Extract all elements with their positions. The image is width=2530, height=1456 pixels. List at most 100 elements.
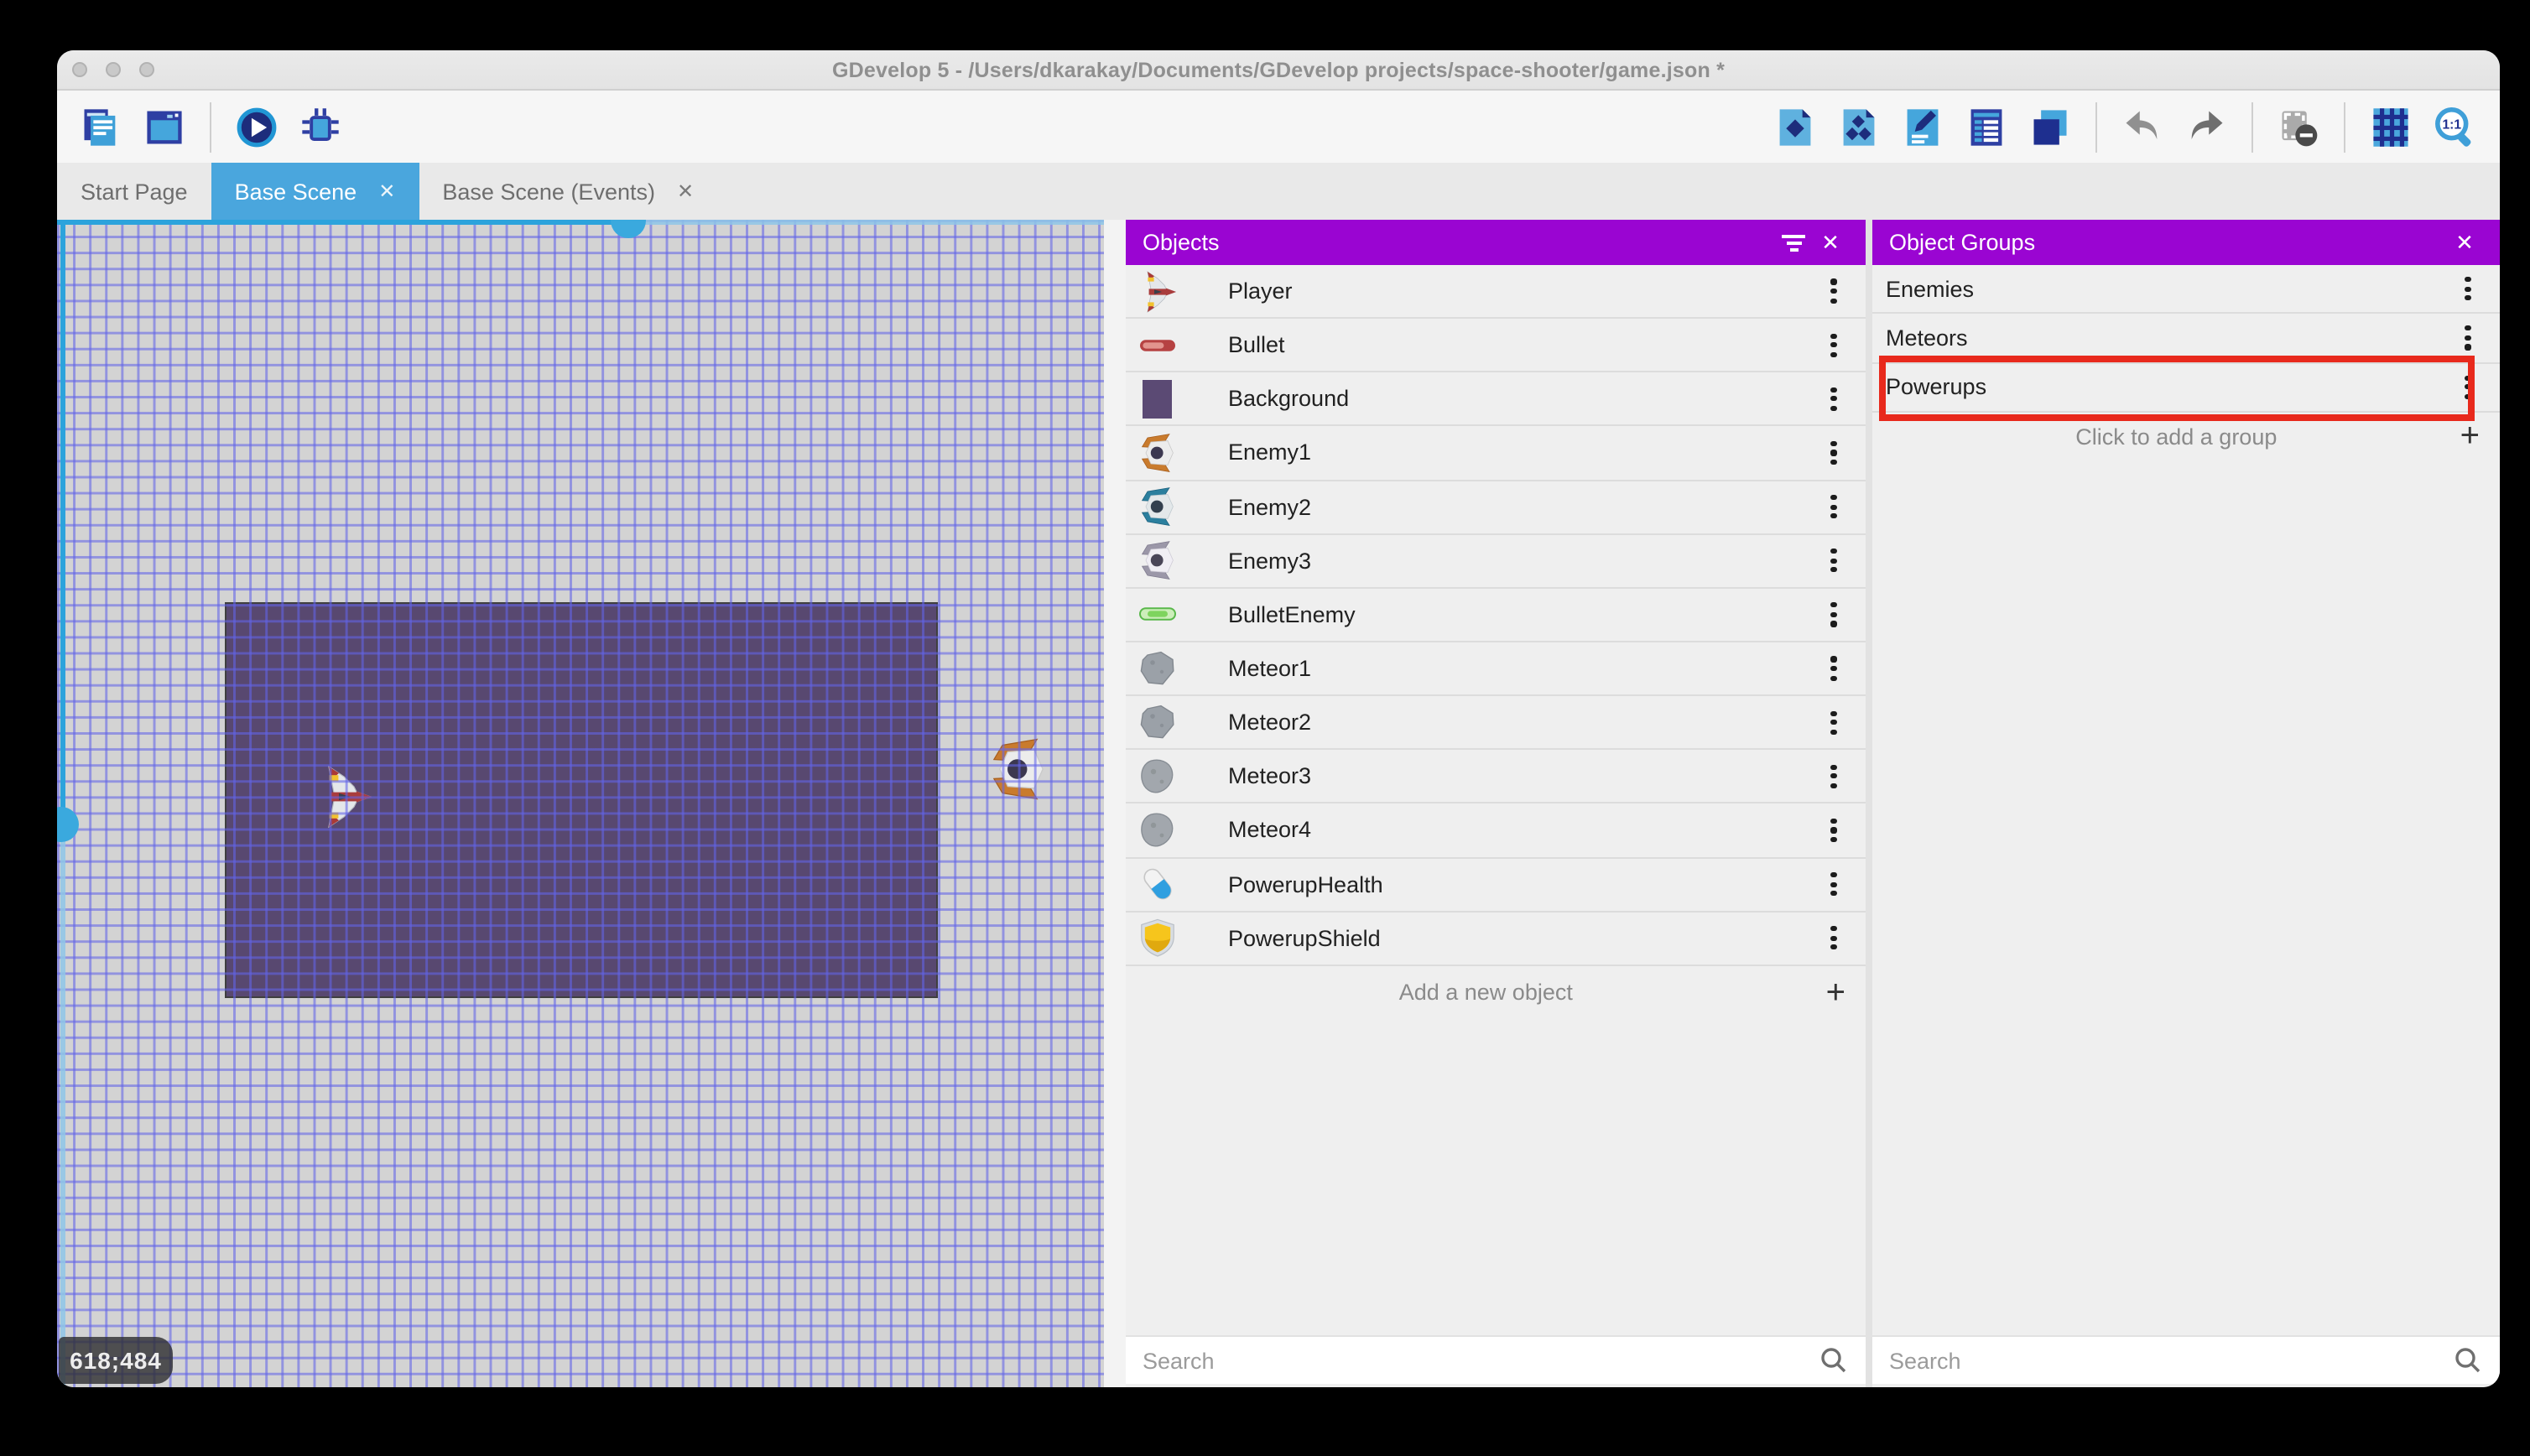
object-row-meteor2[interactable]: Meteor2 (1126, 696, 1866, 751)
tab-label: Base Scene (Events) (442, 179, 655, 204)
search-icon[interactable] (1819, 1345, 1849, 1375)
objects-search-bar (1126, 1335, 1866, 1384)
scene-window-button[interactable] (139, 101, 190, 152)
add-object-row[interactable]: Add a new object + (1126, 966, 1866, 1020)
tab-base-scene-events-[interactable]: Base Scene (Events) ✕ (419, 163, 717, 220)
group-row-powerups[interactable]: Powerups (1872, 363, 2500, 413)
object-label: Meteor4 (1228, 817, 1312, 843)
object-groups-editor-icon (1837, 105, 1881, 148)
tab-bar: Start Page Base Scene ✕ Base Scene (Events)… (57, 163, 2500, 220)
enemy-instance-sprite[interactable] (986, 730, 1050, 809)
redo-button[interactable] (2181, 101, 2231, 152)
kebab-menu-icon[interactable] (1825, 278, 1842, 304)
properties-button[interactable] (1898, 101, 1948, 152)
kebab-menu-icon[interactable] (1825, 387, 1842, 412)
object-row-enemy1[interactable]: Enemy1 (1126, 427, 1866, 481)
toolbar-separator (2344, 101, 2345, 152)
undo-button[interactable] (2117, 101, 2168, 152)
object-row-background[interactable]: Background (1126, 373, 1866, 427)
kebab-menu-icon[interactable] (1825, 926, 1842, 950)
play-button[interactable] (232, 101, 282, 152)
close-tab-icon[interactable]: ✕ (378, 181, 395, 201)
kebab-menu-icon[interactable] (1825, 871, 1842, 897)
kebab-menu-icon[interactable] (1825, 656, 1842, 681)
object-label: PowerupHealth (1228, 871, 1383, 897)
groups-search-input[interactable] (1889, 1348, 2453, 1373)
layers-icon (2028, 105, 2072, 148)
toolbar-right-group (1770, 91, 2480, 163)
kebab-menu-icon[interactable] (2460, 325, 2476, 351)
tab-base-scene[interactable]: Base Scene ✕ (211, 163, 419, 220)
kebab-menu-icon[interactable] (1825, 333, 1842, 357)
minimize-window-button[interactable] (106, 62, 121, 77)
player-instance-sprite[interactable] (314, 755, 374, 839)
plus-icon[interactable]: + (1826, 976, 1845, 1010)
main-toolbar (57, 91, 2500, 163)
objects-panel-title: Objects (1143, 230, 1220, 255)
kebab-menu-icon[interactable] (1825, 549, 1842, 573)
object-groups-panel-header: Object Groups ✕ (1872, 220, 2500, 265)
maximize-window-button[interactable] (139, 62, 154, 77)
scene-canvas[interactable]: 618;484 (57, 220, 1104, 1387)
kebab-menu-icon[interactable] (1825, 494, 1842, 519)
canvas-panel-divider[interactable] (1104, 220, 1126, 1387)
tab-start-page[interactable]: Start Page (57, 163, 211, 220)
zoom-1-1-button[interactable] (2429, 101, 2480, 152)
add-group-label: Click to add a group (2075, 424, 2278, 450)
title-bar: GDevelop 5 - /Users/dkarakay/Documents/G… (57, 50, 2500, 91)
debug-icon (299, 105, 342, 148)
group-label: Meteors (1886, 325, 1968, 351)
horizontal-scrollbar-fill (57, 220, 627, 225)
objects-editor-button[interactable] (1770, 101, 1820, 152)
window-title: GDevelop 5 - /Users/dkarakay/Documents/G… (832, 58, 1725, 81)
objects-panel-header: Objects ✕ (1126, 220, 1866, 265)
kebab-menu-icon[interactable] (1825, 602, 1842, 627)
objects-list: Player Bullet Background Enemy1 Enemy2 Enemy3… (1126, 265, 1866, 966)
redo-icon (2184, 105, 2228, 148)
object-row-meteor3[interactable]: Meteor3 (1126, 751, 1866, 804)
mask-button[interactable] (2273, 101, 2324, 152)
project-manager-button[interactable] (75, 101, 126, 152)
object-row-powerupshield[interactable]: PowerupShield (1126, 912, 1866, 966)
object-row-enemy3[interactable]: Enemy3 (1126, 534, 1866, 589)
close-object-groups-panel-icon[interactable]: ✕ (2446, 231, 2483, 253)
objects-search-input[interactable] (1143, 1348, 1819, 1373)
kebab-menu-icon[interactable] (1825, 818, 1842, 843)
object-label: BulletEnemy (1228, 601, 1356, 627)
horizontal-scrollbar-handle[interactable] (611, 220, 646, 238)
grid-button[interactable] (2366, 101, 2416, 152)
instances-list-button[interactable] (1961, 101, 2012, 152)
object-groups-editor-button[interactable] (1834, 101, 1884, 152)
object-row-bulletenemy[interactable]: BulletEnemy (1126, 589, 1866, 642)
kebab-menu-icon[interactable] (2460, 276, 2476, 301)
group-row-meteors[interactable]: Meteors (1872, 315, 2500, 364)
object-row-enemy2[interactable]: Enemy2 (1126, 481, 1866, 535)
content-area: 618;484 Objects ✕ Player Bullet Background… (57, 220, 2500, 1387)
object-row-meteor4[interactable]: Meteor4 (1126, 804, 1866, 859)
kebab-menu-icon[interactable] (1825, 764, 1842, 788)
filter-icon[interactable] (1775, 231, 1812, 254)
debug-button[interactable] (295, 101, 346, 152)
object-label: Player (1228, 278, 1293, 304)
object-label: Enemy3 (1228, 548, 1312, 574)
close-objects-panel-icon[interactable]: ✕ (1812, 231, 1849, 253)
layers-button[interactable] (2025, 101, 2075, 152)
close-window-button[interactable] (72, 62, 87, 77)
bullet-green-icon (1137, 593, 1178, 637)
plus-icon[interactable]: + (2460, 420, 2480, 454)
kebab-menu-icon[interactable] (1825, 440, 1842, 465)
search-icon[interactable] (2453, 1345, 2483, 1375)
object-row-meteor1[interactable]: Meteor1 (1126, 642, 1866, 697)
group-row-enemies[interactable]: Enemies (1872, 265, 2500, 315)
panels-divider[interactable] (1866, 220, 1872, 1387)
add-group-row[interactable]: Click to add a group + (1872, 413, 2500, 461)
object-row-bullet[interactable]: Bullet (1126, 319, 1866, 373)
close-tab-icon[interactable]: ✕ (677, 181, 694, 201)
kebab-menu-icon[interactable] (2460, 375, 2476, 399)
object-label: Enemy1 (1228, 439, 1312, 465)
vertical-scrollbar-handle[interactable] (57, 807, 79, 842)
object-row-poweruphealth[interactable]: PowerupHealth (1126, 858, 1866, 913)
kebab-menu-icon[interactable] (1825, 710, 1842, 735)
object-row-player[interactable]: Player (1126, 265, 1866, 320)
toolbar-separator (2251, 101, 2253, 152)
